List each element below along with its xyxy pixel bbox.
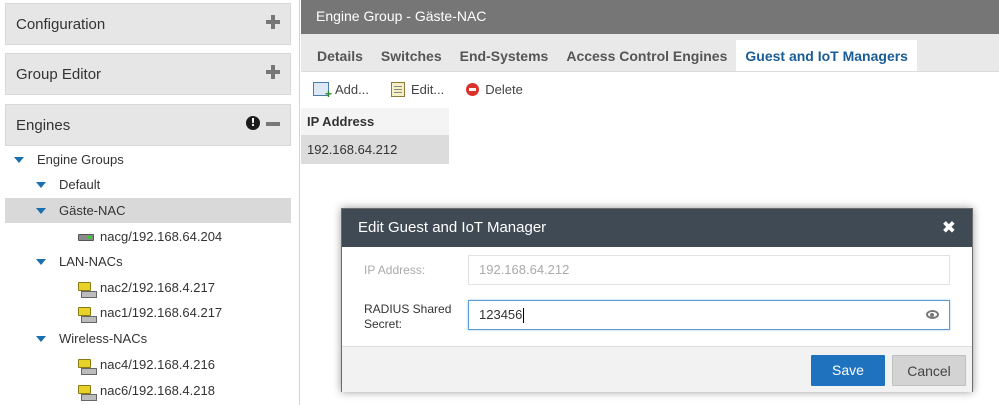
expand-plus-icon[interactable] xyxy=(266,15,280,29)
server-yellow-icon xyxy=(78,281,97,298)
caret-down-icon[interactable] xyxy=(36,181,46,188)
panel-engines-label: Engines xyxy=(16,116,71,134)
radius-secret-value: 123456 xyxy=(479,307,523,322)
tree-node-label: nacg/192.168.64.204 xyxy=(100,229,223,244)
column-header-ip-address[interactable]: IP Address xyxy=(301,108,449,136)
tree-node-wireless-nacs[interactable]: Wireless-NACs xyxy=(5,326,291,351)
tree-node-label: Engine Groups xyxy=(37,152,124,167)
collapse-minus-icon[interactable] xyxy=(266,121,280,126)
tree-node-lan-nacs[interactable]: LAN-NACs xyxy=(5,249,291,274)
radius-shared-secret-field[interactable]: 123456 xyxy=(468,300,950,330)
delete-icon xyxy=(466,82,480,96)
caret-down-icon[interactable] xyxy=(36,207,46,214)
tree-node-nac1[interactable]: nac1/192.168.64.217 xyxy=(5,300,291,325)
caret-down-icon[interactable] xyxy=(36,258,46,265)
toolbar: Add... Edit... Delete xyxy=(301,72,999,106)
edit-guest-iot-manager-dialog: Edit Guest and IoT Manager ✖ IP Address:… xyxy=(341,208,973,392)
warning-icon: ! xyxy=(246,116,260,130)
tree-node-label: Default xyxy=(59,177,101,192)
tab-end-systems[interactable]: End-Systems xyxy=(451,40,558,71)
tree-node-nac4[interactable]: nac4/192.168.4.216 xyxy=(5,352,291,377)
dialog-footer: Save Cancel xyxy=(342,346,972,392)
tree-node-gaeste-nac[interactable]: Gäste-NAC xyxy=(5,198,291,223)
table-row[interactable]: 192.168.64.212 xyxy=(301,136,449,164)
edit-icon xyxy=(390,81,405,97)
tree-node-label: nac6/192.168.4.218 xyxy=(100,383,215,398)
sidebar: Configuration Group Editor Engines ! Eng… xyxy=(0,0,300,405)
server-yellow-icon xyxy=(78,358,97,375)
dialog-header: Edit Guest and IoT Manager ✖ xyxy=(342,209,972,247)
dialog-title: Edit Guest and IoT Manager xyxy=(358,219,547,236)
ip-address-field: 192.168.64.212 xyxy=(468,255,950,285)
text-cursor xyxy=(523,308,525,324)
tab-details[interactable]: Details xyxy=(308,40,372,71)
caret-down-icon[interactable] xyxy=(14,156,24,163)
tree-node-nacg[interactable]: nacg/192.168.64.204 xyxy=(5,224,291,249)
tree-node-label: nac2/192.168.4.217 xyxy=(100,280,215,295)
panel-configuration[interactable]: Configuration xyxy=(5,3,291,45)
delete-button-label: Delete xyxy=(485,81,523,97)
edit-button-label: Edit... xyxy=(410,81,445,97)
add-button-label: Add... xyxy=(335,81,369,97)
tree-node-label: Wireless-NACs xyxy=(59,331,148,346)
panel-group-editor[interactable]: Group Editor xyxy=(5,53,291,95)
tree-node-label: Gäste-NAC xyxy=(59,203,126,218)
save-button[interactable]: Save xyxy=(811,355,885,386)
edit-button[interactable]: Edit... xyxy=(390,81,445,97)
tree-node-label: LAN-NACs xyxy=(59,254,123,269)
tree-node-label: nac1/192.168.64.217 xyxy=(100,305,223,320)
server-grey-icon xyxy=(78,230,94,244)
tree-node-label: nac4/192.168.4.216 xyxy=(100,357,215,372)
delete-button[interactable]: Delete xyxy=(466,82,523,97)
eye-icon[interactable] xyxy=(926,310,939,319)
page-title: Engine Group - Gäste-NAC xyxy=(301,0,999,34)
close-icon[interactable]: ✖ xyxy=(942,209,956,247)
ip-address-table: IP Address 192.168.64.212 xyxy=(301,108,449,164)
panel-configuration-label: Configuration xyxy=(16,15,106,33)
panel-engines[interactable]: Engines ! xyxy=(5,104,291,146)
expand-plus-icon[interactable] xyxy=(266,65,280,79)
panel-group-editor-label: Group Editor xyxy=(16,65,102,83)
tree-node-engine-groups[interactable]: Engine Groups xyxy=(5,147,291,172)
add-button[interactable]: Add... xyxy=(313,81,369,101)
tree-node-nac2[interactable]: nac2/192.168.4.217 xyxy=(5,275,291,300)
tab-bar: Details Switches End-Systems Access Cont… xyxy=(301,34,999,72)
server-yellow-icon xyxy=(78,384,97,401)
tree-node-default[interactable]: Default xyxy=(5,172,291,197)
tree-node-nac6[interactable]: nac6/192.168.4.218 xyxy=(5,378,291,403)
tab-switches[interactable]: Switches xyxy=(372,40,451,71)
add-icon xyxy=(313,82,332,101)
radius-secret-label: RADIUS Shared Secret: xyxy=(364,302,452,331)
tab-guest-and-iot-managers[interactable]: Guest and IoT Managers xyxy=(736,40,917,71)
ip-address-label: IP Address: xyxy=(364,263,426,277)
tab-access-control-engines[interactable]: Access Control Engines xyxy=(557,40,736,71)
caret-down-icon[interactable] xyxy=(36,335,46,342)
cancel-button[interactable]: Cancel xyxy=(892,355,966,386)
server-yellow-icon xyxy=(78,306,97,323)
